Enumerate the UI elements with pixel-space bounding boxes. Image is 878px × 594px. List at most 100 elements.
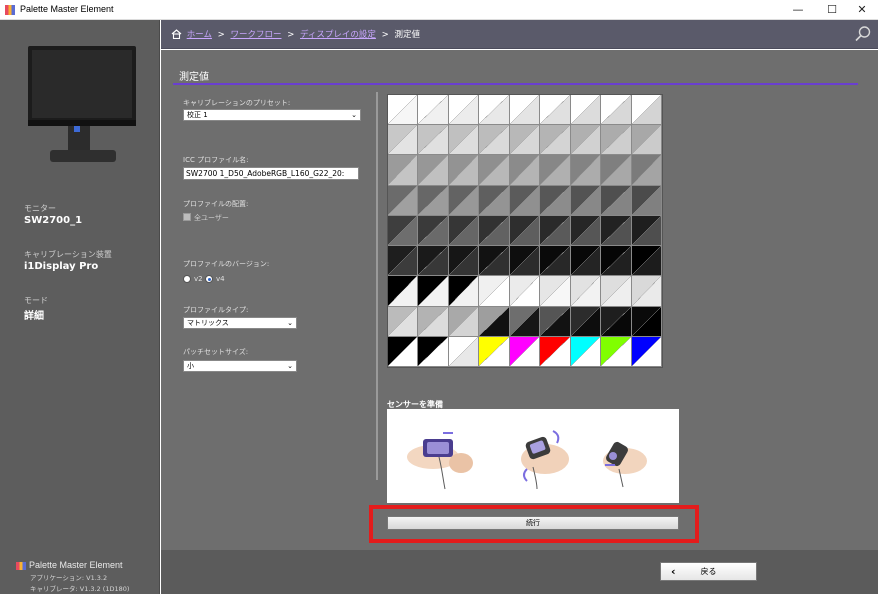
calibrator-version: キャリブレータ: V1.3.2 (1D180) (30, 585, 130, 593)
measurement-patch (448, 95, 480, 126)
measurement-patch (479, 155, 510, 186)
close-button[interactable]: ✕ (846, 0, 878, 20)
icc-profile-input[interactable]: SW2700 1_D50_AdobeRGB_L160_G22_20: (183, 167, 359, 180)
monitor-label: モニター (24, 204, 56, 213)
back-button[interactable]: ‹ 戻る (660, 562, 757, 581)
measurement-patch (418, 276, 449, 307)
measurement-patch (448, 125, 480, 156)
measurement-patch (479, 95, 510, 126)
measurement-patch (601, 336, 632, 367)
back-button-label: 戻る (700, 567, 717, 576)
measurement-patch (388, 336, 419, 367)
chevron-down-icon: ⌄ (351, 111, 357, 119)
v2-label: v2 (194, 275, 203, 283)
measurement-patch (570, 306, 602, 337)
measurement-patch (448, 306, 480, 337)
breadcrumb-display-settings[interactable]: ディスプレイの設定 (300, 30, 376, 40)
measurement-patch (631, 215, 662, 247)
device-label: キャリブレーション装置 (24, 250, 112, 259)
measurement-patch (388, 246, 419, 277)
sensor-instructions-panel (387, 409, 679, 503)
breadcrumb-current: 測定値 (394, 30, 420, 40)
measurement-patch (631, 185, 662, 216)
measurement-patch (601, 155, 632, 186)
measurement-patch (570, 276, 602, 307)
chevron-down-icon: ⌄ (287, 319, 293, 327)
measurement-patch (570, 336, 602, 367)
app-logo-icon (5, 5, 15, 15)
measurement-patch (540, 185, 571, 216)
measurement-patch (509, 276, 541, 307)
measurement-patch (448, 215, 480, 247)
measurement-patch (631, 246, 662, 277)
profile-version-label: プロファイルのバージョン: (183, 260, 270, 268)
all-users-checkbox[interactable] (183, 213, 191, 221)
profile-type-select[interactable]: マトリックス ⌄ (183, 317, 297, 329)
measurement-patch (418, 215, 449, 247)
measurement-patch (448, 276, 480, 307)
chevron-left-icon: ‹ (671, 565, 676, 578)
measurement-patch (418, 336, 449, 367)
vertical-divider (376, 92, 378, 480)
measurement-patch (601, 246, 632, 277)
measurement-patch (388, 306, 419, 337)
measurement-patch (570, 125, 602, 156)
measurement-patch (540, 125, 571, 156)
measurement-patch (601, 215, 632, 247)
footer-bar: ‹ 戻る (161, 550, 878, 594)
measurement-patch (509, 336, 541, 367)
patch-set-select[interactable]: 小 ⌄ (183, 360, 297, 372)
patch-set-label: パッチセットサイズ: (183, 348, 249, 356)
home-icon[interactable] (171, 29, 182, 39)
minimize-button[interactable]: — (782, 0, 814, 20)
measurement-patch (540, 306, 571, 337)
breadcrumb-workflow[interactable]: ワークフロー (230, 30, 281, 40)
v4-radio[interactable] (205, 275, 213, 283)
measurement-patch (418, 246, 449, 277)
preset-select[interactable]: 校正 1 ⌄ (183, 109, 361, 121)
measurement-patch (631, 125, 662, 156)
all-users-label: 全ユーザー (194, 214, 229, 222)
measurement-patch (570, 215, 602, 247)
main-panel: 測定値 キャリブレーションのプリセット: 校正 1 ⌄ ICC プロファイル名:… (161, 50, 878, 550)
measurement-patch-grid (387, 94, 663, 368)
measurement-patch (631, 155, 662, 186)
measurement-patch (540, 215, 571, 247)
breadcrumb-home[interactable]: ホーム (187, 30, 212, 40)
measurement-patch (631, 306, 662, 337)
measurement-patch (388, 215, 419, 247)
measurement-patch (388, 276, 419, 307)
measurement-patch (570, 185, 602, 216)
measurement-patch (479, 336, 510, 367)
measurement-patch (448, 246, 480, 277)
breadcrumb: ホーム > ワークフロー > ディスプレイの設定 > 測定値 (171, 28, 420, 40)
search-icon[interactable] (854, 25, 872, 43)
measurement-patch (479, 276, 510, 307)
breadcrumb-separator: > (381, 30, 389, 40)
mode-value: 詳細 (24, 311, 44, 322)
measurement-patch (448, 336, 480, 367)
measurement-patch (448, 185, 480, 216)
measurement-patch (601, 306, 632, 337)
breadcrumb-separator: > (287, 30, 295, 40)
measurement-patch (509, 306, 541, 337)
preset-label: キャリブレーションのプリセット: (183, 99, 291, 107)
maximize-button[interactable]: ☐ (816, 0, 848, 20)
measurement-patch (388, 155, 419, 186)
measurement-patch (418, 155, 449, 186)
measurement-patch (418, 125, 449, 156)
measurement-patch (479, 185, 510, 216)
sensor-instructions-illustration (407, 430, 647, 490)
continue-button[interactable]: 続行 (387, 516, 679, 530)
patch-set-value: 小 (187, 362, 194, 370)
measurement-patch (388, 185, 419, 216)
rotate-sensor-illustration (521, 430, 569, 490)
profile-type-value: マトリックス (187, 319, 229, 327)
measurement-patch (601, 95, 632, 126)
v2-radio[interactable] (183, 275, 191, 283)
measurement-patch (540, 155, 571, 186)
monitor-image (28, 46, 136, 162)
measurement-patch (509, 215, 541, 247)
measurement-patch (479, 215, 510, 247)
section-title: 測定値 (179, 72, 209, 83)
